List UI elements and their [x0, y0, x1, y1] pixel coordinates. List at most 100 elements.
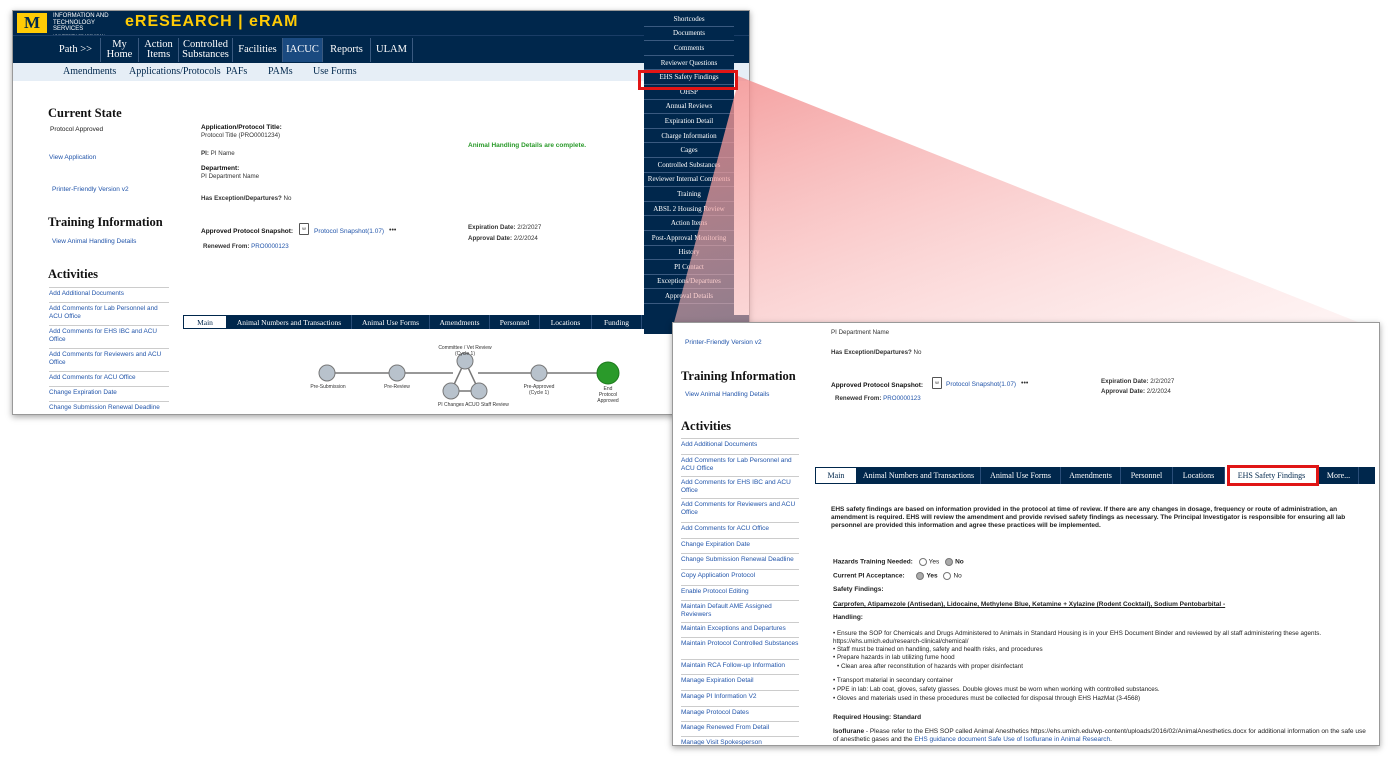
- zoom-activity-item[interactable]: Copy Application Protocol: [681, 569, 799, 580]
- menu-action-items[interactable]: Action Items: [644, 216, 734, 231]
- menu-reviewer-internal-comments[interactable]: Reviewer Internal Comments: [644, 173, 734, 188]
- zoom-renewed-value[interactable]: PRO0000123: [883, 395, 921, 402]
- zoom-activity-item[interactable]: Change Submission Renewal Deadline: [681, 553, 799, 564]
- zoom-activity-item[interactable]: Maintain Protocol Controlled Substances: [681, 637, 799, 648]
- zoom-approval-label: Approval Date:: [1101, 388, 1146, 395]
- pre-review-label: Pre-Review: [384, 384, 410, 390]
- subnav-pafs[interactable]: PAFs: [226, 66, 247, 77]
- menu-shortcodes[interactable]: Shortcodes: [644, 12, 734, 27]
- zoom-activity-item[interactable]: Manage PI Information V2: [681, 690, 799, 701]
- nav-facilities[interactable]: Facilities: [233, 38, 283, 62]
- view-animal-handling-link[interactable]: View Animal Handling Details: [52, 238, 136, 245]
- acceptance-yes-radio[interactable]: [916, 572, 925, 580]
- zoom-renewed-label: Renewed From:: [835, 395, 882, 402]
- menu-controlled-substances[interactable]: Controlled Substances: [644, 158, 734, 173]
- nav-action-items[interactable]: Action Items: [139, 38, 179, 62]
- zoom-activity-item[interactable]: Maintain Exceptions and Departures: [681, 622, 799, 633]
- tab-locations[interactable]: Locations: [540, 315, 592, 329]
- zoom-activity-item[interactable]: Add Additional Documents: [681, 438, 799, 449]
- menu-exceptions-departures[interactable]: Exceptions/Departures: [644, 275, 734, 290]
- zoom-activity-item[interactable]: Manage Visit Spokesperson: [681, 736, 799, 745]
- zoom-activity-item[interactable]: Add Comments for Lab Personnel and ACU O…: [681, 454, 799, 472]
- approval-label: Approval Date:: [468, 235, 513, 242]
- tab-animal-numbers[interactable]: Animal Numbers and Transactions: [227, 315, 352, 329]
- zoom-activity-item[interactable]: Manage Protocol Dates: [681, 706, 799, 717]
- activity-item[interactable]: Add Comments for EHS IBC and ACU Office: [49, 325, 169, 343]
- nav-iacuc[interactable]: IACUC: [283, 38, 323, 62]
- activity-item[interactable]: Change Submission Renewal Deadline: [49, 401, 169, 412]
- more-options-icon[interactable]: •••: [389, 227, 396, 234]
- tab-animal-use-forms[interactable]: Animal Use Forms: [352, 315, 430, 329]
- department-label: Department:: [201, 165, 240, 172]
- activity-item[interactable]: Add Comments for Lab Personnel and ACU O…: [49, 302, 169, 320]
- menu-annual-reviews[interactable]: Annual Reviews: [644, 100, 734, 115]
- zoom-snapshot-label: Approved Protocol Snapshot:: [831, 382, 924, 389]
- acceptance-no-radio[interactable]: [943, 572, 952, 580]
- menu-absl2-housing-review[interactable]: ABSL 2 Housing Review: [644, 202, 734, 217]
- zoom-tab-animal-use-forms[interactable]: Animal Use Forms: [981, 467, 1061, 484]
- expiration-line: Expiration Date: 2/2/2027: [468, 224, 541, 231]
- zoom-tab-animal-numbers[interactable]: Animal Numbers and Transactions: [857, 467, 981, 484]
- zoom-printer-friendly-link[interactable]: Printer-Friendly Version v2: [685, 339, 762, 346]
- menu-approval-details[interactable]: Approval Details: [644, 289, 734, 304]
- zoom-activity-item[interactable]: Add Comments for ACU Office: [681, 522, 799, 533]
- isoflurane-guidance-link[interactable]: EHS guidance document Safe Use of Isoflu…: [914, 736, 1110, 743]
- zoom-activity-item[interactable]: Add Comments for EHS IBC and ACU Office: [681, 476, 799, 494]
- zoom-view-animal-handling-link[interactable]: View Animal Handling Details: [685, 391, 769, 398]
- acuo-staff-label: ACUO Staff Review: [465, 402, 509, 408]
- zoom-activity-item[interactable]: Enable Protocol Editing: [681, 585, 799, 596]
- menu-history[interactable]: History: [644, 246, 734, 261]
- menu-cages[interactable]: Cages: [644, 143, 734, 158]
- zoom-activity-item[interactable]: Manage Expiration Detail: [681, 674, 799, 685]
- pi-acceptance-row: Current PI Acceptance: Yes No: [833, 572, 962, 581]
- menu-reviewer-questions[interactable]: Reviewer Questions: [644, 56, 734, 71]
- hazards-yes-radio[interactable]: [918, 558, 927, 566]
- activity-item[interactable]: Change Expiration Date: [49, 386, 169, 397]
- zoom-snapshot-link[interactable]: Protocol Snapshot(1.07): [946, 381, 1016, 388]
- tab-funding[interactable]: Funding: [592, 315, 642, 329]
- tab-main[interactable]: Main: [183, 315, 227, 329]
- zoom-expiration-label: Expiration Date:: [1101, 378, 1149, 385]
- subnav-amendments[interactable]: Amendments: [63, 66, 116, 77]
- zoom-tab-main[interactable]: Main: [815, 467, 857, 484]
- menu-training[interactable]: Training: [644, 187, 734, 202]
- snapshot-link[interactable]: Protocol Snapshot(1.07): [314, 228, 384, 235]
- zoom-tab-personnel[interactable]: Personnel: [1121, 467, 1173, 484]
- renewed-value[interactable]: PRO0000123: [251, 243, 289, 250]
- zoom-more-options-icon[interactable]: •••: [1021, 380, 1028, 387]
- nav-path[interactable]: Path >>: [51, 38, 101, 62]
- menu-documents[interactable]: Documents: [644, 27, 734, 42]
- activity-item[interactable]: Add Comments for ACU Office: [49, 371, 169, 382]
- nav-reports[interactable]: Reports: [323, 38, 371, 62]
- nav-my-home[interactable]: My Home: [101, 38, 139, 62]
- hazards-no-label: No: [955, 558, 964, 566]
- zoom-activity-item[interactable]: Maintain Default AME Assigned Reviewers: [681, 600, 799, 618]
- activity-item[interactable]: Add Comments for Reviewers and ACU Offic…: [49, 348, 169, 366]
- tab-amendments[interactable]: Amendments: [430, 315, 490, 329]
- zoom-tab-more[interactable]: More...: [1319, 467, 1359, 484]
- menu-charge-information[interactable]: Charge Information: [644, 129, 734, 144]
- nav-ulam[interactable]: ULAM: [371, 38, 413, 62]
- menu-pi-contact[interactable]: PI Contact: [644, 260, 734, 275]
- handling-bullet: • Gloves and materials used in these pro…: [833, 695, 1141, 702]
- exception-value: No: [283, 195, 292, 202]
- zoom-expiration-line: Expiration Date: 2/2/2027: [1101, 378, 1174, 385]
- subnav-use-forms[interactable]: Use Forms: [313, 66, 357, 77]
- zoom-activity-item[interactable]: Add Comments for Reviewers and ACU Offic…: [681, 498, 799, 516]
- activity-item[interactable]: Add Additional Documents: [49, 287, 169, 298]
- menu-comments[interactable]: Comments: [644, 41, 734, 56]
- subnav-pams[interactable]: PAMs: [268, 66, 293, 77]
- zoom-activity-item[interactable]: Change Expiration Date: [681, 538, 799, 549]
- printer-friendly-link[interactable]: Printer-Friendly Version v2: [52, 186, 129, 193]
- tab-personnel[interactable]: Personnel: [490, 315, 540, 329]
- nav-controlled-substances[interactable]: Controlled Substances: [179, 38, 233, 62]
- subnav-applications[interactable]: Applications/Protocols: [129, 66, 221, 77]
- zoom-activity-item[interactable]: Manage Renewed From Detail: [681, 721, 799, 732]
- zoom-tab-locations[interactable]: Locations: [1173, 467, 1225, 484]
- view-application-link[interactable]: View Application: [49, 154, 96, 161]
- menu-post-approval-monitoring[interactable]: Post-Approval Monitoring: [644, 231, 734, 246]
- menu-expiration-detail[interactable]: Expiration Detail: [644, 114, 734, 129]
- hazards-no-radio[interactable]: [945, 558, 954, 566]
- zoom-tab-amendments[interactable]: Amendments: [1061, 467, 1121, 484]
- zoom-activity-item[interactable]: Maintain RCA Follow-up Information: [681, 659, 799, 670]
